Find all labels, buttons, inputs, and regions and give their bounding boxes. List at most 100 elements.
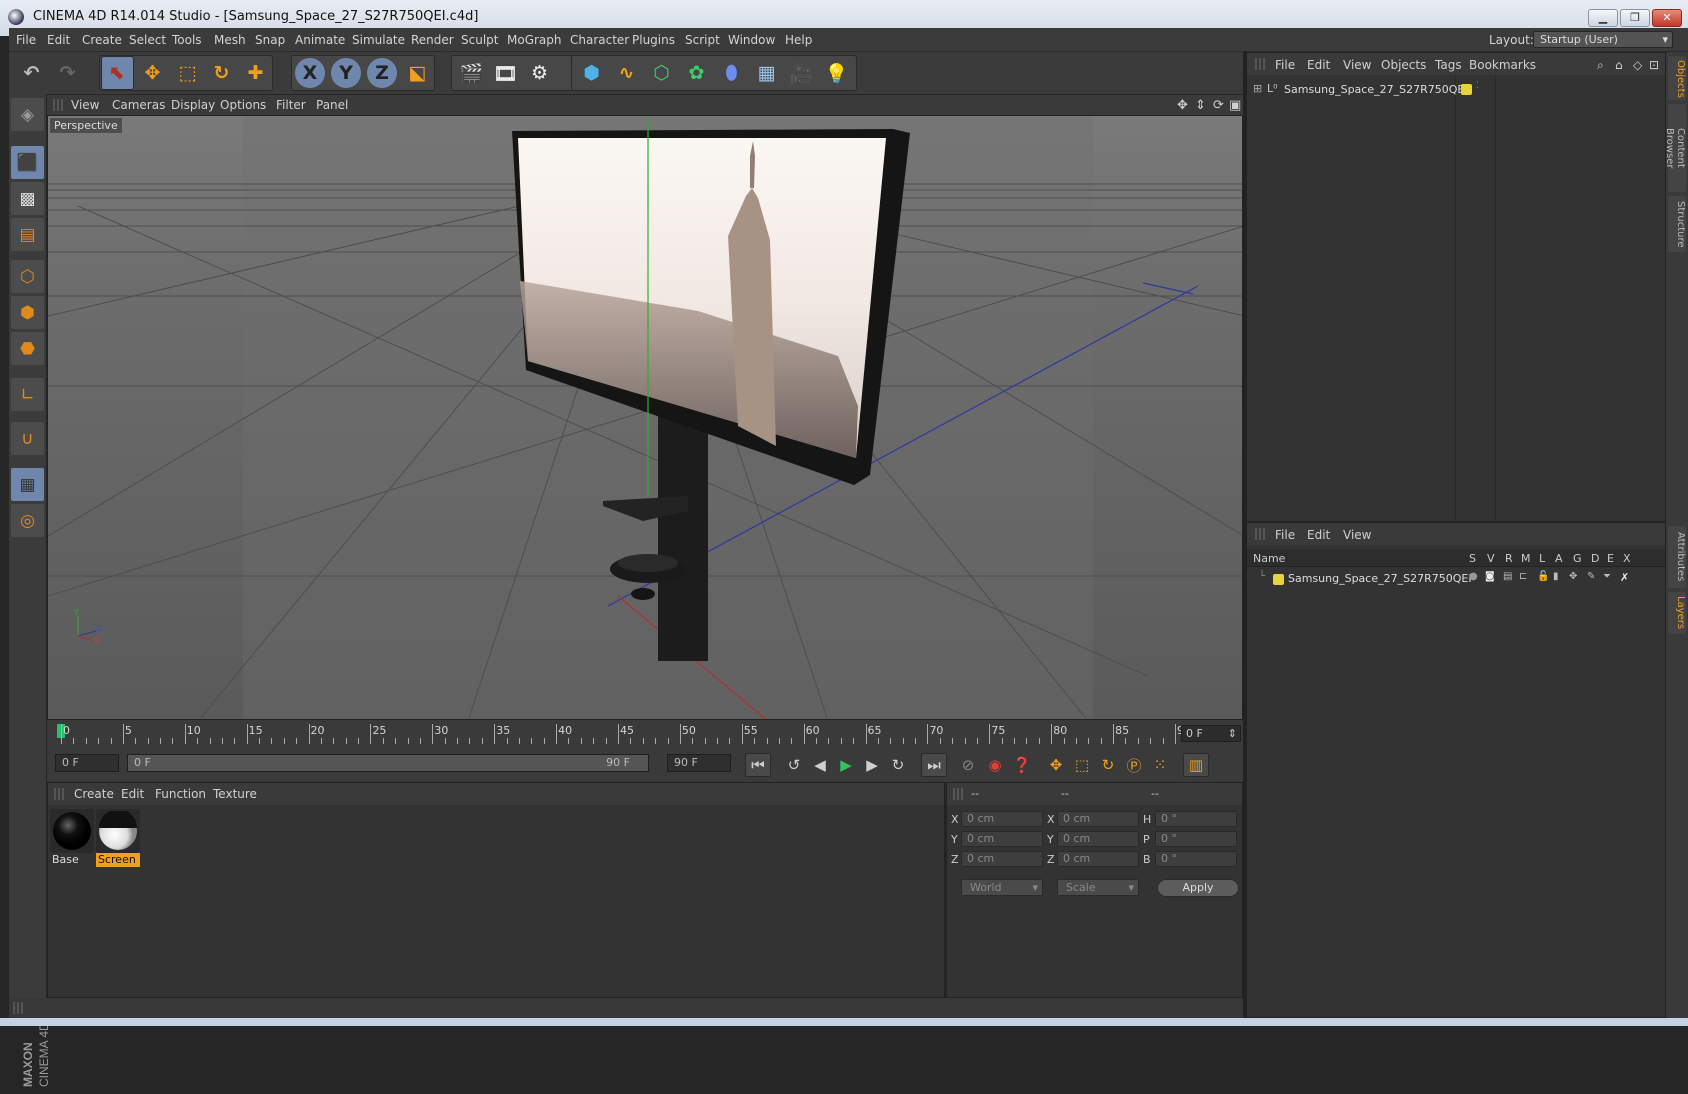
rot-h-field[interactable]: 0 ° (1155, 811, 1237, 827)
undo-icon[interactable]: ↶ (15, 56, 48, 90)
array-object-icon[interactable]: ✿ (680, 56, 713, 90)
workplane-mode-icon[interactable]: ▤ (11, 218, 44, 251)
3d-viewport[interactable]: Perspective Y Z X (47, 115, 1243, 720)
start-frame-field[interactable]: 0 F (55, 754, 119, 772)
tab-structure[interactable]: Structure (1668, 196, 1686, 252)
edges-mode-icon[interactable]: ⬢ (11, 296, 44, 329)
spline-pen-icon[interactable]: ∿ (610, 56, 643, 90)
add-tool-icon[interactable]: ✚ (239, 56, 272, 90)
back-icon[interactable]: ◇ (1633, 58, 1642, 72)
panel-grip-icon[interactable] (1255, 58, 1265, 70)
record-keys-icon[interactable]: ⊘ (955, 753, 981, 777)
objects-menu-tags[interactable]: Tags (1435, 58, 1462, 72)
layers-menu-view[interactable]: View (1343, 528, 1371, 542)
panel-grip-icon[interactable] (1255, 528, 1265, 540)
visibility-dots-icon[interactable]: ⁚ (1476, 81, 1479, 91)
next-frame-icon[interactable]: ▶ (859, 753, 885, 777)
manager-toggle-icon[interactable]: ⊏ (1519, 571, 1527, 582)
rot-p-field[interactable]: 0 ° (1155, 831, 1237, 847)
panel-grip-icon[interactable] (953, 788, 963, 800)
column-solo[interactable]: S (1469, 552, 1476, 565)
expand-icon[interactable]: ⊞ (1253, 82, 1262, 95)
axis-mode-icon[interactable]: ∟ (11, 378, 44, 411)
keyframe-selection-icon[interactable]: ❓ (1009, 753, 1035, 777)
solo-toggle-icon[interactable]: ● (1469, 571, 1478, 582)
objects-menu-view[interactable]: View (1343, 58, 1371, 72)
next-key-icon[interactable]: ↻ (885, 753, 911, 777)
lock-icon[interactable]: 🔓 (1537, 571, 1549, 582)
column-animation[interactable]: A (1555, 552, 1563, 565)
eye-icon[interactable]: ◙ (1485, 571, 1495, 582)
layers-menu-edit[interactable]: Edit (1307, 528, 1330, 542)
redo-icon[interactable]: ↷ (51, 56, 84, 90)
light-object-icon[interactable]: 💡 (820, 56, 853, 90)
go-to-end-icon[interactable]: ⏭ (921, 753, 947, 777)
menu-script[interactable]: Script (685, 33, 720, 47)
pos-y-field[interactable]: 0 cm (961, 831, 1043, 847)
material-menu-create[interactable]: Create (74, 787, 114, 801)
workplane-lock-icon[interactable]: ▦ (11, 468, 44, 501)
viewport-menu-display[interactable]: Display (171, 98, 215, 112)
maximize-view-icon[interactable]: ▣ (1229, 98, 1241, 113)
column-render[interactable]: R (1505, 552, 1513, 565)
object-name[interactable]: Samsung_Space_27_S27R750QEI (1284, 83, 1468, 96)
animation-toggle-icon[interactable]: ▮ (1553, 571, 1559, 582)
size-y-field[interactable]: 0 cm (1057, 831, 1139, 847)
previous-frame-icon[interactable]: ◀ (807, 753, 833, 777)
range-slider[interactable]: 0 F 90 F (127, 754, 649, 772)
menu-simulate[interactable]: Simulate (352, 33, 405, 47)
tab-attributes[interactable]: Attributes (1668, 526, 1686, 588)
column-expressions[interactable]: E (1607, 552, 1614, 565)
z-axis-lock-icon[interactable]: Z (367, 58, 397, 88)
render-picture-viewer-icon[interactable]: 🎞 (489, 56, 522, 90)
model-mode-icon[interactable]: ⬛ (11, 146, 44, 179)
size-mode-dropdown[interactable]: Scale ▾ (1057, 879, 1139, 896)
objects-menu-bookmarks[interactable]: Bookmarks (1469, 58, 1536, 72)
rotate-tool-icon[interactable]: ↻ (205, 56, 238, 90)
camera-object-icon[interactable]: 🎥 (785, 56, 818, 90)
xref-toggle-icon[interactable]: ✗ (1620, 571, 1629, 584)
coordinate-system-icon[interactable]: ⬕ (401, 56, 434, 90)
menu-create[interactable]: Create (82, 33, 122, 47)
layer-row[interactable]: └ Samsung_Space_27_S27R750QEI ● ◙ ▤ ⊏ 🔓 … (1247, 571, 1665, 587)
viewport-camera-label[interactable]: Perspective (50, 118, 122, 133)
subdivision-surface-icon[interactable]: ⬡ (645, 56, 678, 90)
floor-object-icon[interactable]: ▦ (750, 56, 783, 90)
key-scale-icon[interactable]: ⬚ (1069, 753, 1095, 777)
make-editable-icon[interactable]: ◈ (11, 98, 44, 131)
cube-object-icon[interactable]: ⬢ (575, 56, 608, 90)
column-view[interactable]: V (1487, 552, 1495, 565)
snap-magnet-icon[interactable]: ∪ (11, 422, 44, 455)
menu-edit[interactable]: Edit (47, 33, 70, 47)
viewport-menu-options[interactable]: Options (220, 98, 266, 112)
objects-menu-file[interactable]: File (1275, 58, 1295, 72)
timeline-ruler[interactable]: 051015202530354045505560657075808590 0 F… (47, 720, 1243, 748)
move-tool-icon[interactable]: ✥ (136, 56, 169, 90)
search-icon[interactable]: ⌕ (1597, 58, 1604, 73)
material-swatch-screen[interactable]: Screen (96, 809, 140, 867)
viewport-menu-cameras[interactable]: Cameras (112, 98, 165, 112)
material-menu-edit[interactable]: Edit (121, 787, 144, 801)
live-selection-icon[interactable]: ⬉ (101, 56, 134, 90)
column-locked[interactable]: L (1539, 552, 1545, 565)
apply-button[interactable]: Apply (1157, 879, 1239, 897)
tab-objects[interactable]: Objects (1668, 56, 1686, 100)
key-point-level-icon[interactable]: ⁙ (1147, 753, 1173, 777)
size-z-field[interactable]: 0 cm (1057, 851, 1139, 867)
close-button[interactable]: ✕ (1652, 9, 1682, 27)
menu-mograph[interactable]: MoGraph (507, 33, 562, 47)
new-window-icon[interactable]: ⊡ (1649, 58, 1659, 72)
key-parameter-icon[interactable]: Ⓟ (1121, 753, 1147, 777)
column-deformers[interactable]: D (1591, 552, 1599, 565)
layer-color-icon[interactable] (1273, 574, 1284, 585)
objects-menu-edit[interactable]: Edit (1307, 58, 1330, 72)
viewport-menu-view[interactable]: View (71, 98, 99, 112)
panel-grip-icon[interactable] (54, 788, 64, 800)
menu-sculpt[interactable]: Sculpt (461, 33, 498, 47)
minimize-button[interactable]: ▁ (1588, 9, 1618, 27)
frame-ruler[interactable]: 051015202530354045505560657075808590 (57, 720, 1191, 748)
tab-layers[interactable]: Layers (1668, 592, 1686, 634)
panel-grip-icon[interactable] (53, 99, 63, 111)
menu-window[interactable]: Window (728, 33, 775, 47)
auto-keying-icon[interactable]: ◉ (982, 753, 1008, 777)
